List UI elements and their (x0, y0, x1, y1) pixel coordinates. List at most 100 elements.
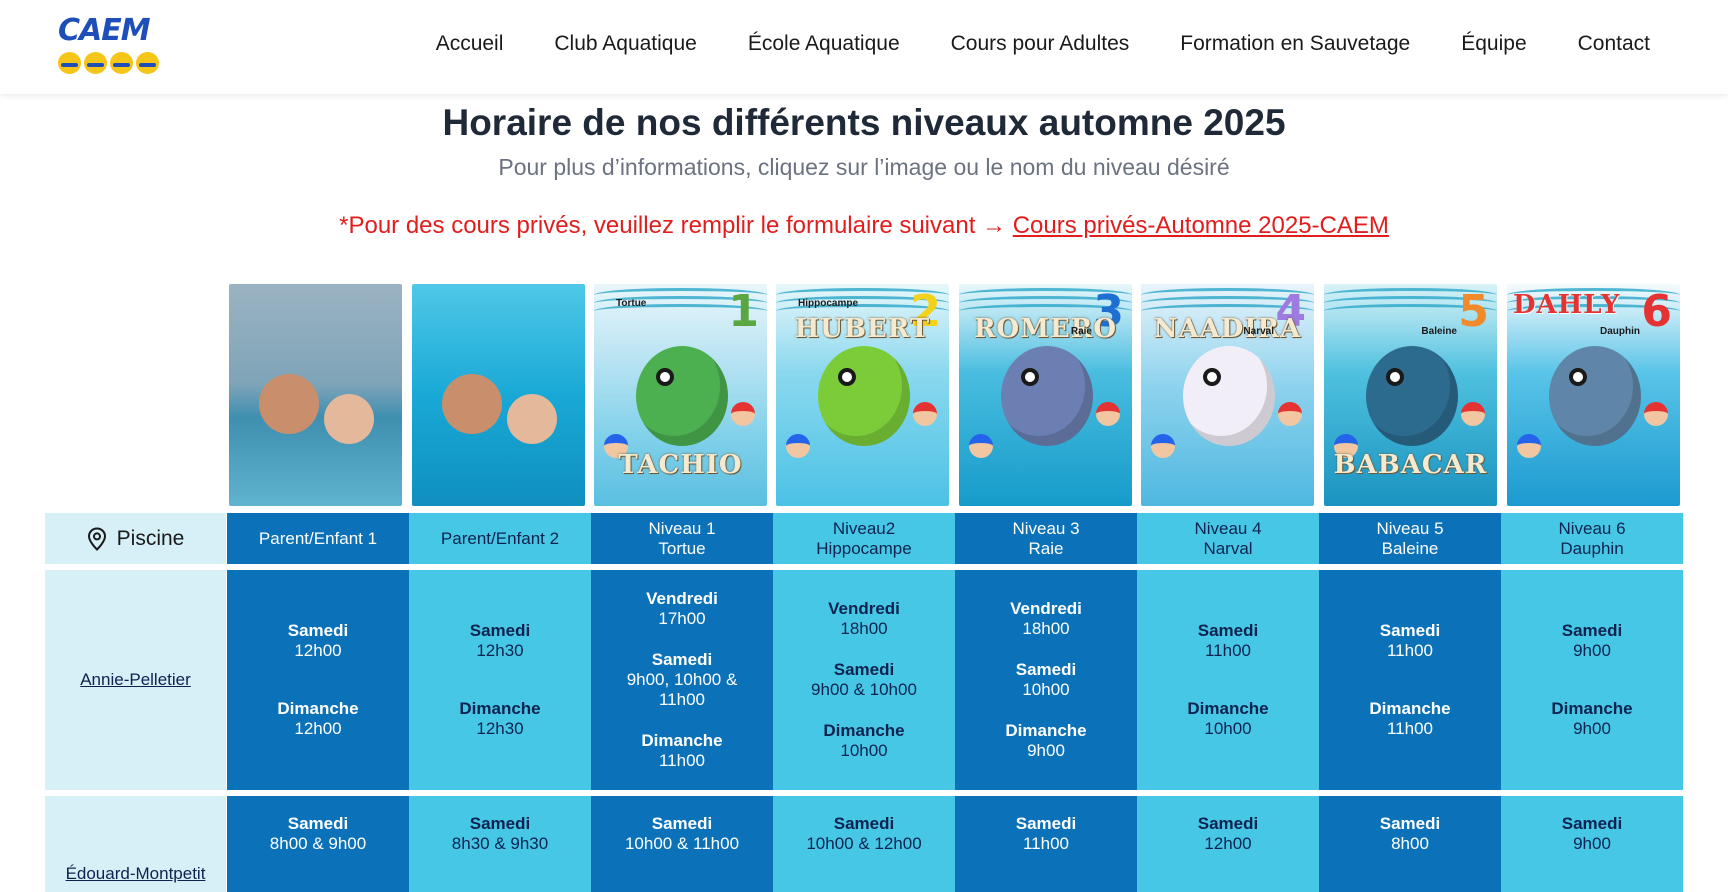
nav-club-aquatique[interactable]: Club Aquatique (554, 32, 696, 56)
schedule-slot: Samedi 10h00 & 11h00 (625, 814, 739, 854)
slot-day: Samedi (833, 814, 895, 833)
slot-day: Samedi (651, 814, 713, 833)
schedule-slot: Dimanche 11h00 (1369, 699, 1450, 739)
nav-equipe[interactable]: Équipe (1461, 32, 1526, 56)
schedule-slot: Vendredi 18h00 (1010, 599, 1082, 639)
nav-formation-sauvetage[interactable]: Formation en Sauvetage (1180, 32, 1410, 56)
child-swimmer (1517, 434, 1541, 458)
caem-logo[interactable]: CAEM (58, 14, 162, 76)
photo-people (442, 374, 502, 434)
slot-time: 12h30 (476, 641, 524, 660)
slot-day: Samedi (833, 660, 895, 679)
mascot-eye (838, 368, 856, 386)
photo-people (507, 394, 557, 444)
level-header-name: Niveau2 (832, 518, 896, 538)
mascot-species: Tortue (616, 298, 647, 309)
private-lessons-text: *Pour des cours privés, veuillez remplir… (339, 212, 1013, 239)
swimmer-icon (136, 52, 159, 74)
mascot-name: HUBERT (794, 314, 931, 344)
schedule-slot: Samedi 12h00 (1198, 814, 1258, 854)
slot-time: 9h00 (1573, 719, 1611, 738)
level-header-3[interactable]: Niveau 1 Tortue (591, 513, 773, 564)
schedule-cell: Samedi 12h00 Dimanche 12h00 (227, 570, 409, 790)
level-header-1[interactable]: Parent/Enfant 1 (227, 513, 409, 564)
slot-time: 11h00 (1204, 641, 1251, 660)
slot-time: 11h00 (1386, 719, 1433, 738)
child-swimmer (1151, 434, 1175, 458)
slot-day: Samedi (1379, 814, 1441, 833)
schedule-cell: Samedi 12h00 (1137, 796, 1319, 892)
schedule-cell: Vendredi 18h00 Samedi 10h00 Dimanche 9h00 (955, 570, 1137, 790)
private-lessons-link[interactable]: Cours privés-Automne 2025-CAEM (1013, 212, 1389, 239)
level-header-7[interactable]: Niveau 5 Baleine (1319, 513, 1501, 564)
level-image-niveau-4[interactable]: 4 NAADIRA Narval (1141, 284, 1314, 506)
schedule-slot: Dimanche 9h00 (1005, 721, 1086, 761)
slot-day: Samedi (651, 650, 713, 669)
pool-column-header: Piscine (45, 513, 226, 564)
nav-contact[interactable]: Contact (1578, 32, 1650, 56)
slot-day: Vendredi (646, 589, 718, 608)
slot-time: 10h00 & 12h00 (806, 834, 922, 853)
level-header-6[interactable]: Niveau 4 Narval (1137, 513, 1319, 564)
page-subtitle: Pour plus d’informations, cliquez sur l’… (498, 154, 1230, 180)
slot-time: 8h00 & 9h00 (269, 834, 367, 853)
nav-cours-adultes[interactable]: Cours pour Adultes (951, 32, 1130, 56)
level-number: 5 (1458, 286, 1489, 337)
slot-time: 9h00 (1573, 834, 1611, 853)
slot-time: 11h00 (1022, 834, 1069, 853)
slot-time: 9h00 (1027, 741, 1065, 760)
pool-link-annie-pelletier[interactable]: Annie-Pelletier (80, 670, 191, 690)
nav-accueil[interactable]: Accueil (436, 32, 504, 56)
mascot-species: Baleine (1421, 326, 1457, 337)
schedule-slot: Samedi 11h00 (1198, 621, 1258, 661)
level-header-2[interactable]: Parent/Enfant 2 (409, 513, 591, 564)
schedule-slot: Vendredi 18h00 (828, 599, 900, 639)
level-image-niveau-6[interactable]: 6 DAHLY Dauphin (1507, 284, 1680, 506)
level-header-name: Niveau 6 (1558, 518, 1626, 538)
child-swimmer (1461, 402, 1485, 426)
child-swimmer (1278, 402, 1302, 426)
mascot-eye (656, 368, 674, 386)
schedule-slot: Samedi 11h00 (1016, 814, 1076, 854)
level-image-niveau-1[interactable]: 1 TACHIO Tortue (594, 284, 767, 506)
level-image-niveau-3[interactable]: 3 ROMERO Raie (959, 284, 1132, 506)
level-header-mascot: Narval (1203, 538, 1253, 558)
private-lessons-notice: *Pour des cours privés, veuillez remplir… (0, 212, 1728, 240)
slot-day: Samedi (287, 814, 349, 833)
level-header-mascot: Hippocampe (816, 538, 912, 558)
level-image-niveau-2[interactable]: 2 HUBERT Hippocampe (776, 284, 949, 506)
child-swimmer (1096, 402, 1120, 426)
slot-time: 9h00 (1573, 641, 1611, 660)
level-image-niveau-5[interactable]: 5 BABACAR Baleine (1324, 284, 1497, 506)
level-header-8[interactable]: Niveau 6 Dauphin (1501, 513, 1683, 564)
slot-day: Samedi (469, 814, 531, 833)
pool-link-edouard-montpetit[interactable]: Édouard-Montpetit (66, 864, 206, 884)
slot-day: Vendredi (828, 599, 900, 618)
schedule-slot: Samedi 8h00 (1380, 814, 1440, 854)
slot-time: 11h00 (1386, 641, 1433, 660)
level-header-4[interactable]: Niveau2 Hippocampe (773, 513, 955, 564)
schedule-slot: Samedi 9h00, 10h00 & 11h00 (627, 650, 738, 710)
mascot-eye (1569, 368, 1587, 386)
mascot-illustration (1001, 346, 1093, 446)
page-title: Horaire de nos différents niveaux automn… (442, 102, 1286, 143)
slot-day: Samedi (1561, 621, 1623, 640)
level-header-5[interactable]: Niveau 3 Raie (955, 513, 1137, 564)
level-photo-parent-child-1[interactable] (229, 284, 402, 506)
level-photo-parent-child-2[interactable] (412, 284, 585, 506)
level-header-mascot: Baleine (1381, 538, 1439, 558)
mascot-name: DAHLY (1513, 290, 1621, 320)
logo-swimmers (58, 52, 159, 74)
schedule-cell: Samedi 9h00 (1501, 796, 1683, 892)
mascot-eye (1203, 368, 1221, 386)
level-number: 1 (728, 286, 759, 337)
level-header-name: Niveau 5 (1376, 518, 1444, 538)
slot-time: 12h00 (1204, 834, 1252, 853)
child-swimmer (969, 434, 993, 458)
schedule-cell: Vendredi 17h00 Samedi 9h00, 10h00 & 11h00 Dim… (591, 570, 773, 790)
nav-ecole-aquatique[interactable]: École Aquatique (748, 32, 900, 56)
slot-time: 10h00 (840, 741, 888, 760)
slot-day: Dimanche (1551, 699, 1633, 718)
schedule-slot: Dimanche 12h30 (459, 699, 540, 739)
slot-time: 11h00 (658, 751, 705, 770)
